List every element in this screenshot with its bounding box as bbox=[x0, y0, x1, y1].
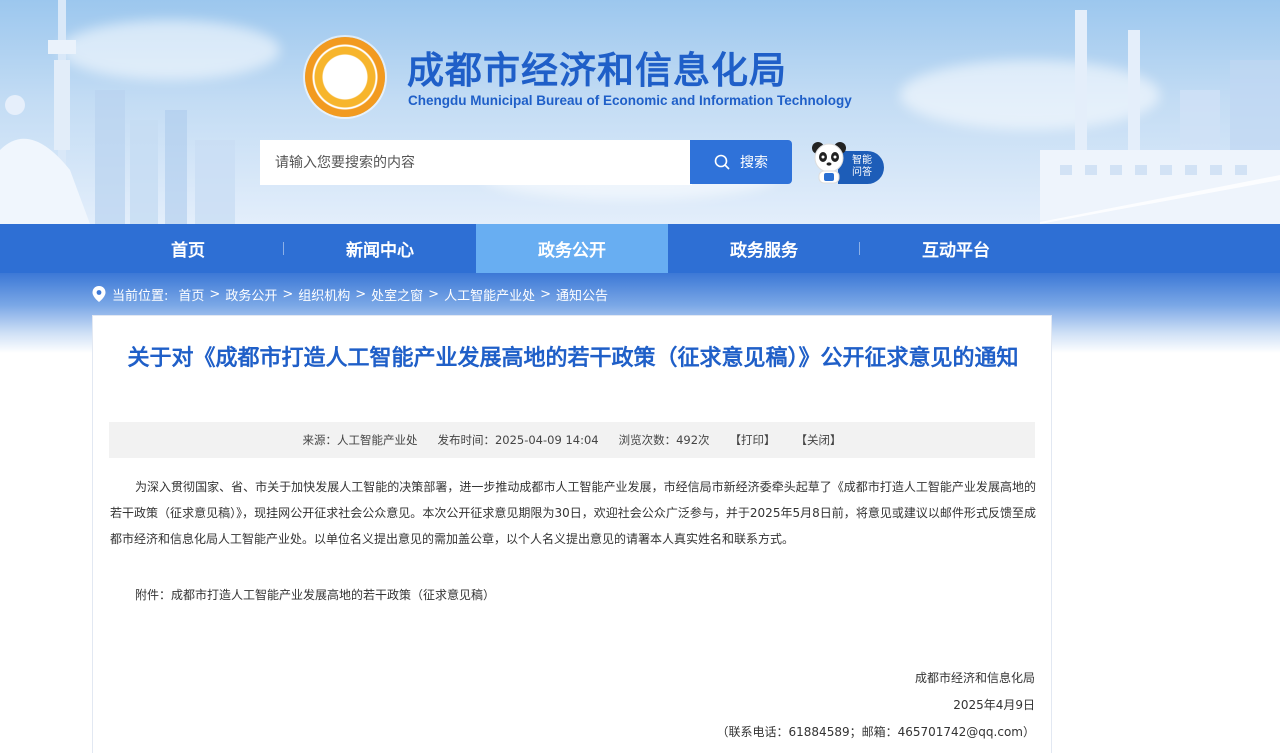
search-button[interactable]: 搜索 bbox=[690, 140, 792, 184]
main-nav: 首页 新闻中心 政务公开 政务服务 互动平台 bbox=[0, 224, 1280, 273]
article-body-paragraph: 为深入贯彻国家、省、市关于加快发展人工智能的决策部署，进一步推动成都市人工智能产… bbox=[110, 480, 1036, 546]
nav-item-interactive-platform[interactable]: 互动平台 bbox=[860, 224, 1052, 273]
breadcrumb-link-home[interactable]: 首页 bbox=[178, 285, 204, 304]
contact-info: （联系电话：61884589；邮箱：465701742@qq.com） bbox=[716, 725, 1035, 739]
search-icon bbox=[714, 154, 730, 170]
nav-item-label: 新闻中心 bbox=[346, 241, 414, 261]
nav-item-label: 政务服务 bbox=[730, 241, 798, 261]
location-pin-icon bbox=[92, 286, 106, 302]
close-button[interactable]: 【关闭】 bbox=[796, 432, 842, 448]
breadcrumb-separator: > bbox=[428, 286, 440, 302]
breadcrumb-link-department-window[interactable]: 处室之窗 bbox=[371, 285, 423, 304]
article-meta-bar: 来源：人工智能产业处 发布时间：2025-04-09 14:04 浏览次数：49… bbox=[109, 422, 1035, 458]
breadcrumb-link-ai-industry-division[interactable]: 人工智能产业处 bbox=[444, 285, 535, 304]
panda-mascot-icon bbox=[812, 142, 846, 184]
left-skyline-illustration bbox=[0, 0, 235, 224]
article-publish-time: 发布时间：2025-04-09 14:04 bbox=[437, 433, 599, 447]
smart-qa-line1: 智能 bbox=[852, 155, 872, 166]
breadcrumb-separator: > bbox=[282, 286, 294, 302]
search-button-label: 搜索 bbox=[740, 155, 768, 171]
search-input[interactable] bbox=[260, 140, 692, 185]
signature-date: 2025年4月9日 bbox=[953, 698, 1035, 712]
article-title: 关于对《成都市打造人工智能产业发展高地的若干政策（征求意见稿）》公开征求意见的通… bbox=[127, 346, 1019, 371]
site-header: 成都市经济和信息化局 Chengdu Municipal Bureau of E… bbox=[0, 0, 1280, 224]
print-button[interactable]: 【打印】 bbox=[730, 432, 776, 448]
signature-organization: 成都市经济和信息化局 bbox=[914, 671, 1035, 685]
smart-qa-button[interactable]: 智能 问答 bbox=[810, 140, 886, 186]
article-view-count: 浏览次数：492次 bbox=[618, 433, 710, 447]
breadcrumb-link-government-affairs[interactable]: 政务公开 bbox=[225, 285, 277, 304]
nav-item-government-services[interactable]: 政务服务 bbox=[668, 224, 860, 273]
breadcrumb-prefix: 当前位置: bbox=[112, 288, 169, 304]
site-title: 成都市经济和信息化局 bbox=[407, 49, 787, 92]
article-source: 来源：人工智能产业处 bbox=[302, 433, 418, 447]
nav-item-home[interactable]: 首页 bbox=[92, 224, 284, 273]
breadcrumb-separator: > bbox=[355, 286, 367, 302]
nav-item-news-center[interactable]: 新闻中心 bbox=[284, 224, 476, 273]
nav-item-label: 首页 bbox=[171, 241, 205, 261]
right-skyline-illustration bbox=[1040, 10, 1280, 224]
breadcrumb: 当前位置: 首页 > 政务公开 > 组织机构 > 处室之窗 > 人工智能产业处 … bbox=[92, 285, 608, 304]
nav-item-label: 政务公开 bbox=[538, 241, 606, 261]
article-attachment-link[interactable]: 附件：成都市打造人工智能产业发展高地的若干政策（征求意见稿） bbox=[135, 583, 495, 607]
breadcrumb-separator: > bbox=[209, 286, 221, 302]
breadcrumb-link-notices[interactable]: 通知公告 bbox=[556, 285, 608, 304]
smart-qa-line2: 问答 bbox=[852, 167, 872, 178]
site-subtitle: Chengdu Municipal Bureau of Economic and… bbox=[408, 93, 852, 108]
nav-item-government-affairs[interactable]: 政务公开 bbox=[476, 224, 668, 273]
breadcrumb-link-organization[interactable]: 组织机构 bbox=[298, 285, 350, 304]
bureau-logo-emblem bbox=[305, 37, 385, 117]
nav-item-label: 互动平台 bbox=[922, 241, 990, 261]
breadcrumb-separator: > bbox=[540, 286, 551, 302]
